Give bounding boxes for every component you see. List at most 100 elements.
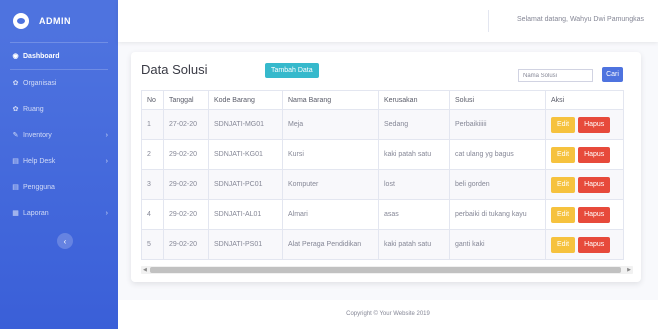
delete-button[interactable]: Hapus [578,236,611,253]
topbar: Selamat datang, Wahyu Dwi Pamungkas [118,0,658,42]
chevron-right-icon: › [105,131,108,139]
welcome-text[interactable]: Selamat datang, Wahyu Dwi Pamungkas [517,16,644,23]
data-solusi-card: Data Solusi Tambah Data Cari NoTanggalKo… [131,52,641,282]
column-header-nama-barang[interactable]: Nama Barang [282,90,379,110]
sidebar-item-organisasi[interactable]: ✿ Organisasi [0,70,118,96]
gear-icon: ✿ [12,80,19,87]
row-actions: Edit Hapus [551,236,618,253]
column-header-no[interactable]: No [141,90,164,110]
scrollbar-thumb[interactable] [150,267,621,273]
table-row: 1 27-02-20 SDNJATI-MG01 Meja Sedang Perbaikii… [141,109,624,140]
sidebar-nav: ◉ Dashboard ✿ Organisasi ✿ Ruang ✎ Inventory › ▤ H… [0,43,118,226]
edit-button[interactable]: Edit [551,146,576,163]
row-actions: Edit Hapus [551,176,618,193]
delete-button[interactable]: Hapus [578,176,611,193]
cell-aksi: Edit Hapus [545,169,624,200]
search-input[interactable] [518,69,593,82]
edit-button[interactable]: Edit [551,236,576,253]
search-button[interactable]: Cari [602,67,623,82]
cell-nama-barang: Meja [282,109,379,140]
brand-name: ADMIN [39,16,71,26]
column-header-kerusakan[interactable]: Kerusakan [378,90,450,110]
delete-button[interactable]: Hapus [578,206,611,223]
column-header-aksi[interactable]: Aksi [545,90,624,110]
cell-solusi: beli gorden [449,169,546,200]
cell-kerusakan: kaki patah satu [378,229,450,260]
cell-aksi: Edit Hapus [545,139,624,170]
sidebar-item-label: Dashboard [23,52,60,60]
cell-kerusakan: Sedang [378,109,450,140]
scroll-right-icon[interactable]: ▶ [627,266,631,274]
sidebar-item-ruang[interactable]: ✿ Ruang [0,96,118,122]
cell-solusi: perbaiki di tukang kayu [449,199,546,230]
sidebar-toggle-button[interactable]: ‹ [57,233,73,249]
horizontal-scrollbar[interactable]: ◀ ▶ [141,266,633,274]
row-actions: Edit Hapus [551,116,618,133]
cell-no: 1 [141,109,164,140]
sidebar-item-dashboard[interactable]: ◉ Dashboard [0,43,118,69]
cell-tanggal: 29-02-20 [163,169,209,200]
row-actions: Edit Hapus [551,146,618,163]
column-header-tanggal[interactable]: Tanggal [163,90,209,110]
table-header-row: No Tanggal Kode Barang Nama Barang Kerusakan… [141,90,624,110]
sidebar-item-label: Ruang [23,105,44,113]
wrench-icon: ✎ [12,132,19,139]
cell-kode-barang: SDNJATI-MG01 [208,109,283,140]
sidebar-item-help-desk[interactable]: ▤ Help Desk › [0,148,118,174]
solusi-table: No Tanggal Kode Barang Nama Barang Kerusakan… [141,90,624,260]
sidebar-item-label: Laporan [23,209,49,217]
page-title: Data Solusi [141,62,208,77]
cell-kerusakan: asas [378,199,450,230]
cell-solusi: Perbaikiiiii [449,109,546,140]
sidebar-item-laporan[interactable]: ▦ Laporan › [0,200,118,226]
cell-kode-barang: SDNJATI-PC01 [208,169,283,200]
cell-kode-barang: SDNJATI-PS01 [208,229,283,260]
cell-aksi: Edit Hapus [545,199,624,230]
sidebar-item-label: Help Desk [23,157,56,165]
row-actions: Edit Hapus [551,206,618,223]
column-header-kode-barang[interactable]: Kode Barang [208,90,283,110]
dashboard-icon: ◉ [12,53,19,60]
sidebar-item-label: Organisasi [23,79,57,87]
chevron-right-icon: › [105,157,108,165]
table-body: 1 27-02-20 SDNJATI-MG01 Meja Sedang Perbaikii… [141,109,624,260]
cell-aksi: Edit Hapus [545,109,624,140]
cell-no: 5 [141,229,164,260]
table-icon: ▤ [12,158,19,165]
cell-no: 4 [141,199,164,230]
table-row: 2 29-02-20 SDNJATI-KG01 Kursi kaki patah sat… [141,139,624,170]
brand[interactable]: ADMIN [0,0,118,42]
cell-nama-barang: Alat Peraga Pendidikan [282,229,379,260]
chevron-right-icon: › [105,209,108,217]
sidebar-item-pengguna[interactable]: ▤ Pengguna [0,174,118,200]
cell-solusi: ganti kaki [449,229,546,260]
cell-nama-barang: Kursi [282,139,379,170]
edit-button[interactable]: Edit [551,176,576,193]
table-row: 4 29-02-20 SDNJATI-AL01 Almari asas perbaiki … [141,199,624,230]
delete-button[interactable]: Hapus [578,116,611,133]
footer: Copyright © Your Website 2019 [118,300,658,329]
table-row: 3 29-02-20 SDNJATI-PC01 Komputer lost beli go… [141,169,624,200]
edit-button[interactable]: Edit [551,206,576,223]
cell-nama-barang: Komputer [282,169,379,200]
scroll-left-icon[interactable]: ◀ [143,266,147,274]
cell-no: 3 [141,169,164,200]
delete-button[interactable]: Hapus [578,146,611,163]
add-data-button[interactable]: Tambah Data [265,63,319,78]
edit-button[interactable]: Edit [551,116,576,133]
sidebar-item-inventory[interactable]: ✎ Inventory › [0,122,118,148]
sidebar-item-label: Inventory [23,131,52,139]
topbar-divider [488,10,489,32]
brand-logo-icon [13,13,29,29]
table-row: 5 29-02-20 SDNJATI-PS01 Alat Peraga Pendidi… [141,229,624,260]
calendar-icon: ▦ [12,210,19,217]
cell-nama-barang: Almari [282,199,379,230]
cell-kerusakan: lost [378,169,450,200]
cell-no: 2 [141,139,164,170]
column-header-solusi[interactable]: Solusi [449,90,546,110]
sidebar-item-label: Pengguna [23,183,55,191]
cell-tanggal: 29-02-20 [163,139,209,170]
cell-kerusakan: kaki patah satu [378,139,450,170]
cell-aksi: Edit Hapus [545,229,624,260]
cell-kode-barang: SDNJATI-KG01 [208,139,283,170]
